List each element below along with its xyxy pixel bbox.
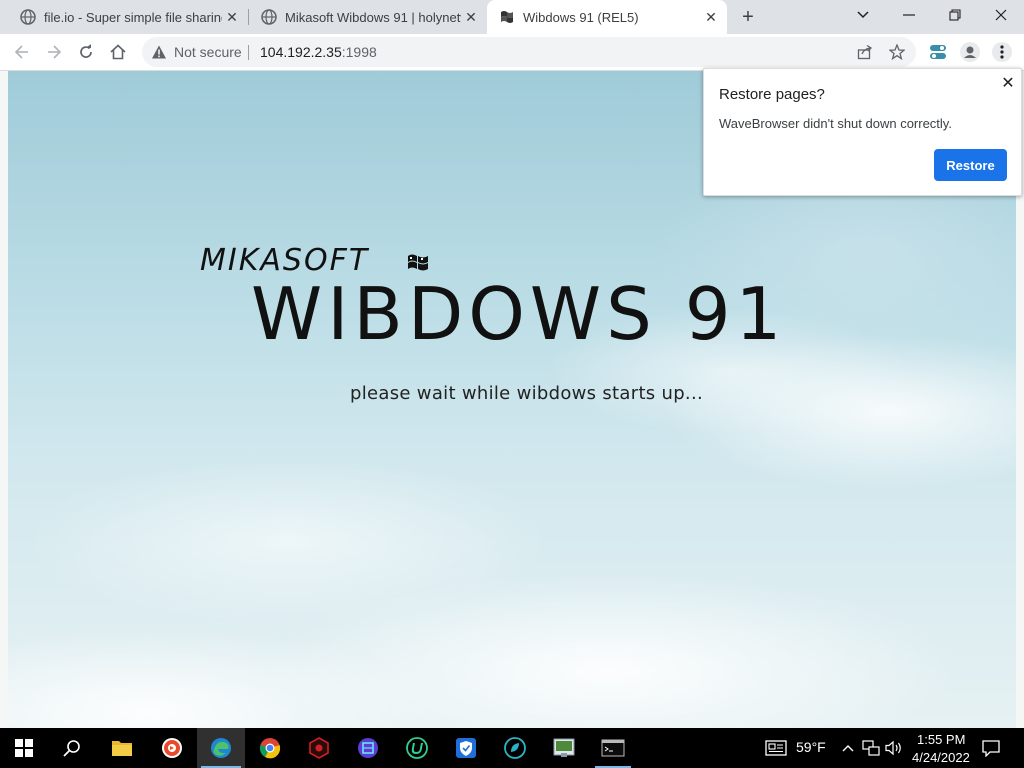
extensions-button[interactable] — [924, 38, 952, 66]
file-explorer-icon — [112, 741, 132, 756]
close-tab-icon[interactable]: ✕ — [461, 7, 481, 27]
taskbar-u-app[interactable] — [393, 728, 441, 768]
tab-mikasoft[interactable]: Mikasoft Wibdows 91 | holynetw ✕ — [249, 0, 487, 34]
taskbar-brave[interactable] — [148, 728, 196, 768]
tab-search-icon[interactable] — [840, 0, 886, 30]
forward-button[interactable] — [40, 38, 68, 66]
volume-icon[interactable] — [884, 738, 904, 758]
reload-button[interactable] — [72, 38, 100, 66]
back-button[interactable] — [8, 38, 36, 66]
menu-button[interactable] — [988, 38, 1016, 66]
product-title: WIBDOWS 91 — [251, 272, 787, 356]
chevron-up-icon[interactable] — [838, 738, 858, 758]
globe-icon — [261, 9, 277, 25]
omnibox-divider — [248, 45, 249, 60]
image-viewer-icon — [553, 738, 575, 757]
tab-title: file.io - Super simple file sharing — [44, 9, 222, 25]
start-button[interactable] — [0, 728, 48, 768]
url-text[interactable]: 104.192.2.35:1998 — [260, 44, 377, 60]
taskbar-red-app[interactable] — [295, 728, 343, 768]
profile-button[interactable] — [956, 38, 984, 66]
news-widget-icon[interactable] — [764, 738, 788, 758]
taskbar-leaf-app[interactable] — [491, 728, 539, 768]
taskbar-terminal[interactable] — [589, 728, 637, 768]
search-icon — [63, 740, 80, 757]
taskbar: 59°F 1:55 PM 4/24/2022 — [0, 728, 1024, 768]
avatar-icon — [960, 42, 980, 62]
red-spider-icon — [309, 737, 329, 759]
weather-temperature[interactable]: 59°F — [796, 739, 826, 755]
brave-icon — [162, 738, 182, 758]
extension-toggle-icon — [930, 45, 946, 59]
clock-date[interactable]: 4/24/2022 — [912, 750, 970, 765]
restore-icon[interactable] — [932, 0, 978, 30]
warning-icon[interactable] — [151, 44, 167, 60]
terminal-icon — [601, 739, 625, 757]
home-button[interactable] — [104, 38, 132, 66]
new-tab-button[interactable]: + — [736, 6, 760, 28]
chrome-icon — [259, 738, 281, 759]
address-bar[interactable]: Not secure 104.192.2.35:1998 — [142, 37, 916, 67]
minimize-icon[interactable] — [886, 0, 932, 30]
network-icon[interactable] — [861, 738, 881, 758]
tab-file-io[interactable]: file.io - Super simple file sharing ✕ — [8, 0, 248, 34]
taskbar-edge[interactable] — [197, 728, 245, 768]
taskbar-chrome[interactable] — [246, 728, 294, 768]
tab-wibdows[interactable]: Wibdows 91 (REL5) ✕ — [487, 0, 727, 34]
taskbar-image-app[interactable] — [540, 728, 588, 768]
home-icon — [110, 44, 126, 60]
tab-title: Mikasoft Wibdows 91 | holynetw — [285, 9, 461, 25]
back-arrow-icon — [14, 45, 28, 59]
u-app-icon — [406, 737, 428, 759]
close-tab-icon[interactable]: ✕ — [222, 7, 242, 27]
taskbar-shield-app[interactable] — [442, 728, 490, 768]
taskbar-cube-app[interactable] — [344, 728, 392, 768]
dialog-message: WaveBrowser didn't shut down correctly. — [719, 116, 952, 131]
kebab-menu-icon — [992, 42, 1012, 62]
boot-status-text: please wait while wibdows starts up... — [350, 383, 703, 404]
browser-toolbar: Not secure 104.192.2.35:1998 — [0, 34, 1024, 71]
edge-icon — [211, 738, 231, 758]
reload-icon — [80, 44, 92, 58]
taskbar-file-explorer[interactable] — [98, 728, 146, 768]
leaf-app-icon — [504, 737, 526, 759]
cube-app-icon — [358, 738, 378, 758]
clock-time[interactable]: 1:55 PM — [917, 732, 965, 747]
url-port: :1998 — [341, 44, 377, 60]
tab-title: Wibdows 91 (REL5) — [523, 9, 639, 25]
bookmark-star-icon[interactable] — [887, 42, 907, 62]
close-window-icon[interactable] — [978, 0, 1024, 30]
close-icon[interactable]: ✕ — [998, 73, 1018, 93]
tab-strip: file.io - Super simple file sharing ✕ Mi… — [0, 0, 1024, 34]
url-host: 104.192.2.35 — [260, 44, 342, 60]
shield-app-icon — [456, 738, 476, 758]
wibdows-flag-icon — [501, 11, 513, 23]
start-icon — [15, 739, 33, 757]
globe-icon — [20, 9, 36, 25]
restore-button[interactable]: Restore — [934, 149, 1007, 181]
search-button[interactable] — [48, 728, 96, 768]
security-label[interactable]: Not secure — [174, 44, 242, 60]
forward-arrow-icon — [48, 45, 62, 59]
close-tab-icon[interactable]: ✕ — [701, 7, 721, 27]
restore-pages-dialog: Restore pages? WaveBrowser didn't shut d… — [703, 68, 1022, 196]
share-icon[interactable] — [855, 42, 875, 62]
notification-icon[interactable] — [981, 738, 1001, 758]
dialog-title: Restore pages? — [719, 86, 825, 103]
